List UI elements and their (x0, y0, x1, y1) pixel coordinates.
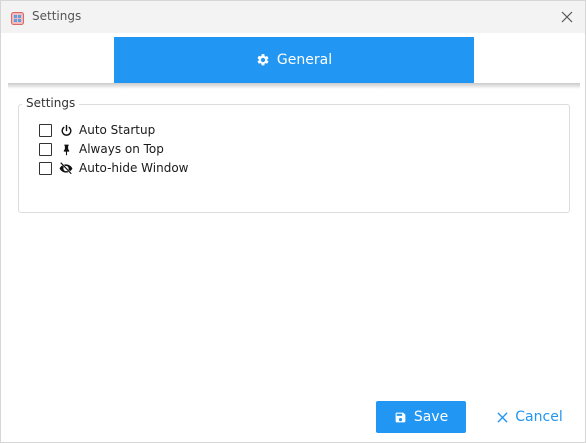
always-on-top-checkbox[interactable] (39, 142, 52, 156)
auto-startup-checkbox[interactable] (39, 123, 52, 137)
eye-slash-icon (59, 161, 73, 175)
option-always-on-top[interactable]: Always on Top (39, 141, 164, 157)
always-on-top-label: Always on Top (79, 142, 164, 156)
option-auto-hide-window[interactable]: Auto-hide Window (39, 160, 188, 176)
close-icon (497, 411, 508, 423)
gear-icon (257, 54, 269, 66)
pin-icon (59, 142, 73, 156)
auto-startup-label: Auto Startup (79, 123, 156, 137)
cancel-button[interactable]: Cancel (485, 401, 575, 433)
group-title: Settings (22, 96, 80, 110)
close-icon (561, 11, 573, 23)
tab-strip-shadow (8, 83, 580, 89)
tab-general-label: General (276, 52, 333, 68)
settings-content: General Settings Auto Startup Always on (1, 33, 585, 442)
auto-hide-window-label: Auto-hide Window (79, 161, 189, 175)
option-auto-startup[interactable]: Auto Startup (39, 122, 155, 138)
cancel-button-label: Cancel (515, 409, 563, 425)
save-button-label: Save (413, 409, 449, 425)
power-icon (59, 123, 73, 137)
settings-group-box (18, 104, 570, 213)
floppy-disk-icon (395, 412, 406, 422)
window-close-button[interactable] (553, 3, 581, 31)
app-icon (11, 10, 24, 25)
title-bar: Settings (1, 1, 585, 33)
window-title: Settings (32, 9, 82, 23)
save-button[interactable]: Save (376, 401, 466, 433)
auto-hide-window-checkbox[interactable] (39, 161, 52, 175)
tab-general[interactable]: General (114, 37, 474, 83)
settings-window: Settings General Settings Auto Startup A… (0, 0, 586, 443)
